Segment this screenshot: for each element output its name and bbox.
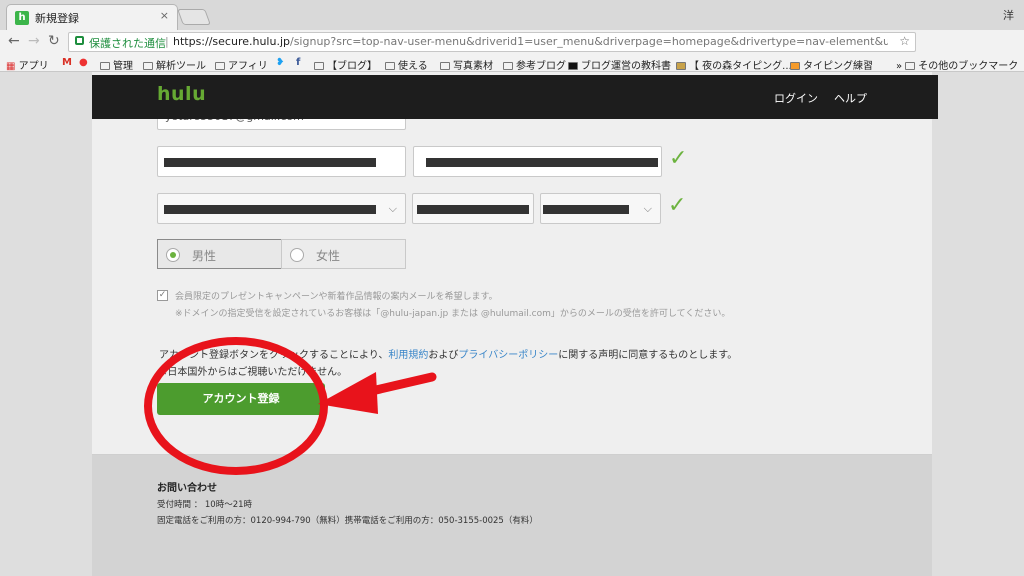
profile-name[interactable]: 洋 [1003,7,1014,23]
newsletter-checkbox[interactable]: ✓ [157,290,168,301]
folder-icon [143,62,153,70]
url-host: https://secure.hulu.jp [173,35,290,48]
redaction-bar [164,158,376,167]
browser-toolbar: ← → ↻ 保護された通信 | https://secure.hulu.jp/s… [0,30,1024,79]
tab-close-icon[interactable]: × [160,9,169,22]
back-icon[interactable]: ← [8,33,20,49]
bookmark-photos[interactable]: 写真素材 [440,57,493,72]
facebook-icon[interactable]: f [296,57,300,68]
typing-practice-icon [790,62,800,70]
hulu-favicon-icon: h [15,11,29,25]
folder-icon [503,62,513,70]
help-link[interactable]: ヘルプ [834,90,867,106]
gmail-icon[interactable]: M [62,57,72,68]
birth-year-select[interactable]: ⌵ [157,193,406,224]
bookmark-apps[interactable]: ▦ アプリ [6,57,49,72]
gender-female-label: 女性 [316,249,341,263]
page-viewport: yotaro55017@gmail.com ✓ hulu ログイン ヘルプ ✓ … [0,72,1024,576]
textbook-icon [568,62,578,70]
address-bar[interactable]: 保護された通信 | https://secure.hulu.jp/signup?… [68,32,916,52]
radio-unselected-icon [290,248,304,262]
bookmarks-bar: ▦ アプリ M ● 管理 解析ツール アフィリ ❥ f 【ブログ】 使える 写真… [0,54,1024,72]
region-note: ※日本国外からはご視聴いただけません。 [159,367,348,378]
login-link[interactable]: ログイン [774,90,818,106]
bookmark-affiliate[interactable]: アフィリ [215,57,268,72]
bookmark-analytics[interactable]: 解析ツール [143,57,206,72]
redaction-bar [543,205,629,214]
secure-label: 保護された通信 [89,37,166,50]
terms-link[interactable]: 利用規約 [388,350,428,361]
tab-signup[interactable]: h 新規登録 × [6,4,178,30]
bookmark-useful[interactable]: 使える [385,57,428,72]
privacy-policy-link[interactable]: プライバシーポリシー [458,350,558,361]
folder-icon [314,62,324,70]
redaction-bar [426,158,658,167]
terms-agreement-text: アカウント登録ボタンをクリックすることにより、利用規約およびプライバシーポリシー… [159,350,738,361]
gender-female-option[interactable]: 女性 [281,239,406,269]
chevron-down-icon: ⌵ [643,202,652,215]
gender-male-option[interactable]: 男性 [157,239,282,269]
bookmark-blog[interactable]: 【ブログ】 [314,57,377,72]
bookmark-star-icon[interactable]: ☆ [899,34,910,48]
folder-icon [100,62,110,70]
newsletter-domain-note: ※ドメインの指定受信を設定されているお客様は「@hulu-japan.jp また… [175,309,731,319]
bookmark-typing-forest[interactable]: 【 夜の森タイピング... [676,57,792,72]
radio-selected-icon [166,248,180,262]
bookmark-typing-practice[interactable]: タイピング練習 [790,57,873,72]
contact-title: お問い合わせ [157,483,217,494]
reload-icon[interactable]: ↻ [48,33,60,49]
address-separator: | [165,35,169,48]
folder-icon [440,62,450,70]
bookmark-blog-textbook[interactable]: ブログ運営の教科書 [568,57,671,72]
birthday-valid-check-icon: ✓ [668,193,687,218]
first-name-field[interactable] [413,146,662,177]
twitter-icon[interactable]: ❥ [276,57,284,68]
lock-icon [75,36,84,45]
folder-icon [385,62,395,70]
bookmark-ref-blog[interactable]: 参考ブログ [503,57,566,72]
hulu-header: hulu ログイン ヘルプ [92,75,938,119]
bookmark-others[interactable]: » その他のブックマーク [896,57,1018,72]
url-path: /signup?src=top-nav-user-menu&driverid1=… [290,35,888,48]
folder-icon [215,62,225,70]
last-name-field[interactable] [157,146,406,177]
birth-day-select[interactable]: ⌵ [540,193,661,224]
forward-icon[interactable]: → [28,33,40,49]
hulu-logo[interactable]: hulu [157,83,206,105]
gender-male-label: 男性 [192,249,217,263]
name-valid-check-icon: ✓ [669,146,688,171]
chevron-down-icon: ⌵ [388,202,397,215]
url-text[interactable]: https://secure.hulu.jp/signup?src=top-na… [173,35,888,48]
redaction-bar [417,205,529,214]
bookmark-red-icon[interactable]: ● [79,57,88,68]
tab-bar: h 新規登録 × 洋 [0,0,1024,30]
new-tab-button[interactable] [177,9,211,25]
contact-hours: 受付時間 ： 10時〜21時 [157,500,253,510]
folder-icon [905,62,916,70]
newsletter-label: 会員限定のプレゼントキャンペーンや新着作品情報の案内メールを希望します。 [175,292,498,302]
bookmark-kanri[interactable]: 管理 [100,57,133,72]
contact-footer: お問い合わせ 受付時間 ： 10時〜21時 固定電話をご利用の方：0120-99… [92,454,932,576]
typing-icon [676,62,686,70]
tab-title: 新規登録 [35,12,79,25]
birth-month-select[interactable] [412,193,534,224]
redaction-bar [164,205,376,214]
contact-phones: 固定電話をご利用の方：0120-994-790（無料）携帯電話をご利用の方：05… [157,516,538,526]
register-account-button[interactable]: アカウント登録 [157,383,325,415]
